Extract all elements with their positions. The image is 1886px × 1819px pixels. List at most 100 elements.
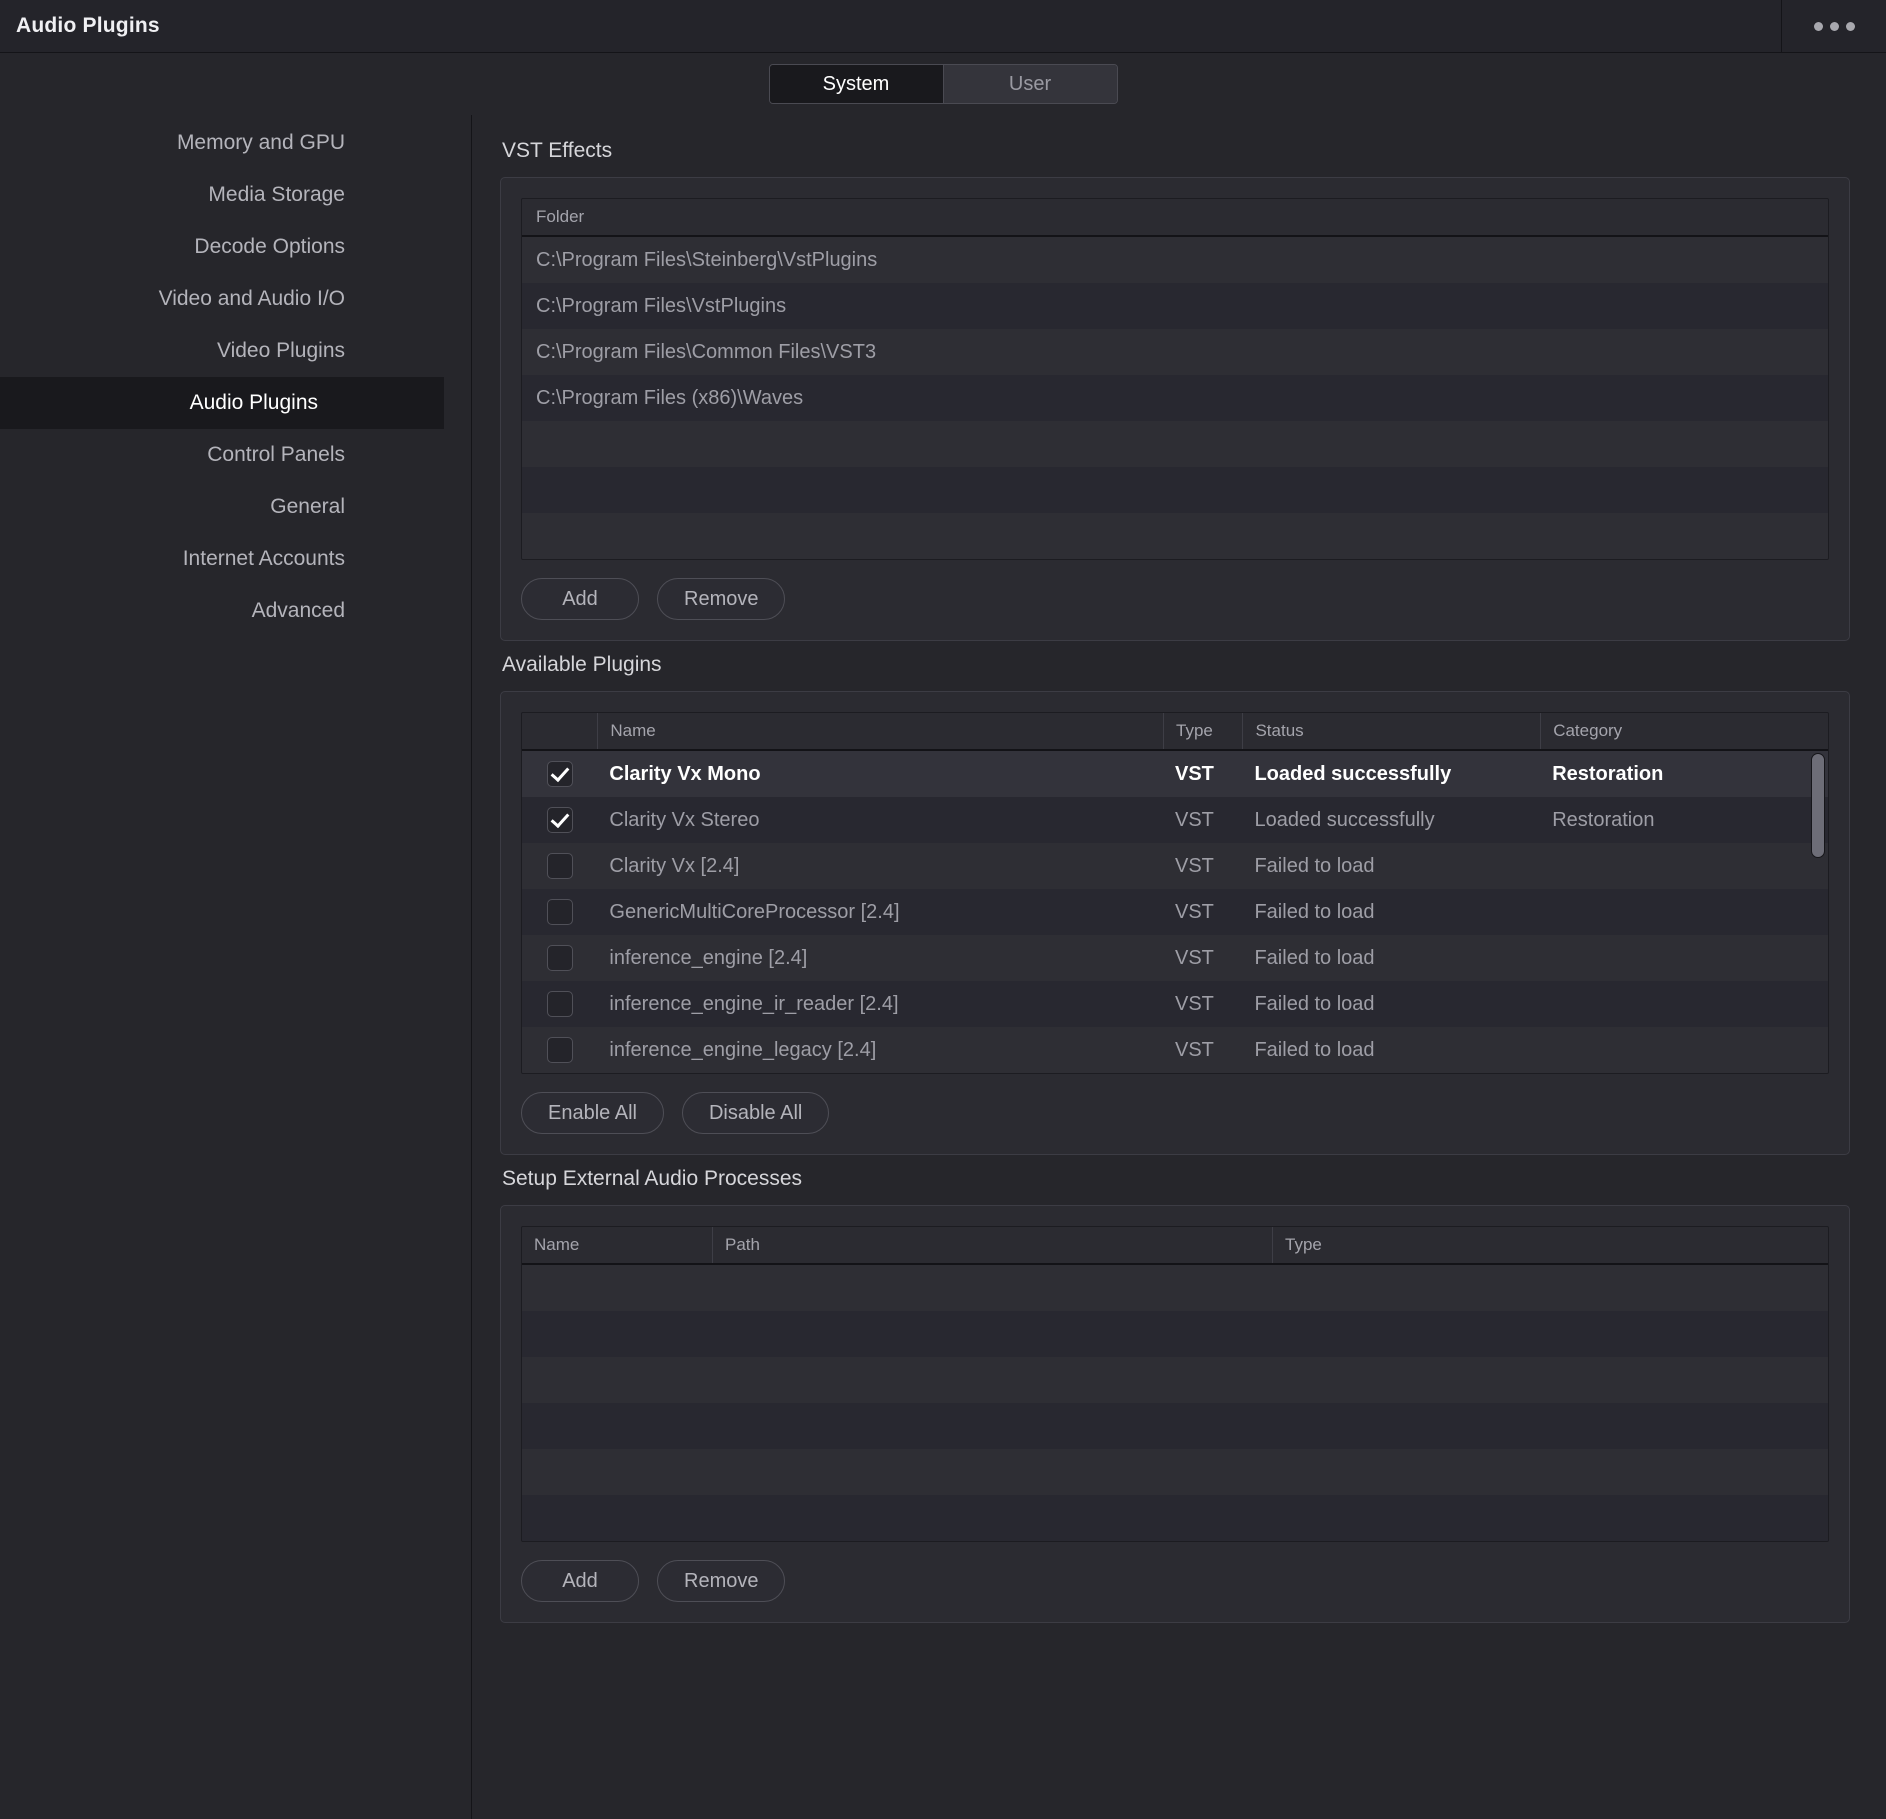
- plugin-type: VST: [1175, 900, 1214, 923]
- plugin-enable-cell[interactable]: [522, 991, 597, 1017]
- sidebar-item-internet-accounts[interactable]: Internet Accounts: [0, 533, 471, 585]
- external-processes-panel: Name Path Type Add Remove: [500, 1205, 1850, 1623]
- table-row-empty: [522, 1403, 1828, 1449]
- tab-system[interactable]: System: [769, 65, 943, 103]
- plugin-type: VST: [1175, 854, 1214, 877]
- plugin-enable-cell[interactable]: [522, 807, 597, 833]
- sidebar-item-decode-options[interactable]: Decode Options: [0, 221, 471, 273]
- remove-vst-folder-button[interactable]: Remove: [657, 578, 786, 620]
- table-row[interactable]: Clarity Vx [2.4] VST Failed to load: [522, 843, 1828, 889]
- sidebar-item-video-and-audio-io[interactable]: Video and Audio I/O: [0, 273, 471, 325]
- plugin-type: VST: [1175, 762, 1214, 785]
- column-header-status[interactable]: Status: [1242, 713, 1540, 749]
- sidebar-item-video-plugins[interactable]: Video Plugins: [0, 325, 471, 377]
- plugin-enable-cell[interactable]: [522, 1037, 597, 1063]
- plugin-category: Restoration: [1552, 762, 1664, 785]
- folder-path: C:\Program Files (x86)\Waves: [536, 386, 804, 409]
- window-menu-button[interactable]: [1781, 0, 1886, 52]
- table-row-empty: [522, 1449, 1828, 1495]
- plugin-name: inference_engine_ir_reader [2.4]: [609, 992, 899, 1015]
- enable-all-button[interactable]: Enable All: [521, 1092, 664, 1134]
- column-header-type[interactable]: Type: [1272, 1227, 1722, 1263]
- available-plugins-heading: Available Plugins: [502, 653, 662, 676]
- table-row[interactable]: inference_engine [2.4] VST Failed to loa…: [522, 935, 1828, 981]
- plugin-enable-cell[interactable]: [522, 945, 597, 971]
- column-header-name[interactable]: Name: [597, 713, 1163, 749]
- available-plugins-table-header: Name Type Status Category: [522, 713, 1828, 751]
- content-area: Memory and GPU Media Storage Decode Opti…: [0, 115, 1886, 1819]
- sidebar-item-audio-plugins[interactable]: Audio Plugins: [0, 377, 444, 429]
- column-header-category[interactable]: Category: [1540, 713, 1828, 749]
- plugin-status: Failed to load: [1254, 900, 1375, 923]
- plugin-type: VST: [1175, 992, 1214, 1015]
- plugin-name: Clarity Vx [2.4]: [609, 854, 740, 877]
- table-row[interactable]: inference_engine_legacy [2.4] VST Failed…: [522, 1027, 1828, 1073]
- column-header-type[interactable]: Type: [1163, 713, 1242, 749]
- plugin-enable-checkbox[interactable]: [546, 945, 573, 971]
- table-row[interactable]: C:\Program Files\Steinberg\VstPlugins: [522, 237, 1828, 283]
- available-plugins-button-row: Enable All Disable All: [521, 1092, 1829, 1134]
- external-processes-table: Name Path Type: [521, 1226, 1829, 1542]
- add-external-process-button[interactable]: Add: [521, 1560, 639, 1602]
- external-processes-table-body: [522, 1265, 1828, 1541]
- plugin-enable-cell[interactable]: [522, 853, 597, 879]
- page-title: Audio Plugins: [16, 14, 160, 37]
- folder-path: C:\Program Files\Steinberg\VstPlugins: [536, 248, 878, 271]
- table-row[interactable]: C:\Program Files\Common Files\VST3: [522, 329, 1828, 375]
- table-row[interactable]: Clarity Vx Mono VST Loaded successfully …: [522, 751, 1828, 797]
- table-row-empty: [522, 1311, 1828, 1357]
- column-header-path[interactable]: Path: [712, 1227, 1272, 1263]
- sidebar-item-advanced[interactable]: Advanced: [0, 585, 471, 637]
- plugin-type: VST: [1175, 808, 1214, 831]
- tab-user[interactable]: User: [942, 65, 1117, 103]
- available-plugins-scrollbar[interactable]: [1811, 753, 1825, 1069]
- plugin-enable-checkbox[interactable]: [546, 1037, 573, 1063]
- table-row[interactable]: C:\Program Files\VstPlugins: [522, 283, 1828, 329]
- table-row-empty: [522, 467, 1828, 513]
- sidebar-item-general[interactable]: General: [0, 481, 471, 533]
- plugin-name: inference_engine [2.4]: [609, 946, 808, 969]
- plugin-type: VST: [1175, 946, 1214, 969]
- vst-folder-table-body: C:\Program Files\Steinberg\VstPlugins C:…: [522, 237, 1828, 559]
- column-header-folder[interactable]: Folder: [522, 199, 1828, 235]
- window-titlebar: Audio Plugins: [0, 0, 1886, 53]
- plugin-category: Restoration: [1552, 808, 1655, 831]
- plugin-status: Loaded successfully: [1254, 762, 1452, 785]
- plugin-enable-checkbox[interactable]: [546, 807, 573, 833]
- plugin-name: Clarity Vx Stereo: [609, 808, 760, 831]
- table-row[interactable]: inference_engine_ir_reader [2.4] VST Fai…: [522, 981, 1828, 1027]
- table-row-empty: [522, 1265, 1828, 1311]
- table-row[interactable]: GenericMultiCoreProcessor [2.4] VST Fail…: [522, 889, 1828, 935]
- remove-external-process-button[interactable]: Remove: [657, 1560, 786, 1602]
- segmented-control: System User: [768, 64, 1118, 104]
- plugin-name: GenericMultiCoreProcessor [2.4]: [609, 900, 900, 923]
- column-header-checkbox: [522, 713, 597, 749]
- settings-sidebar: Memory and GPU Media Storage Decode Opti…: [0, 115, 472, 1819]
- plugin-type: VST: [1175, 1038, 1214, 1061]
- plugin-status: Failed to load: [1254, 854, 1375, 877]
- sidebar-item-memory-and-gpu[interactable]: Memory and GPU: [0, 117, 471, 169]
- table-row[interactable]: C:\Program Files (x86)\Waves: [522, 375, 1828, 421]
- external-processes-button-row: Add Remove: [521, 1560, 1829, 1602]
- plugin-enable-checkbox[interactable]: [546, 761, 573, 787]
- disable-all-button[interactable]: Disable All: [681, 1092, 830, 1134]
- plugin-enable-cell[interactable]: [522, 761, 597, 787]
- scope-tab-bar: System User: [0, 53, 1886, 115]
- ellipsis-icon[interactable]: [1813, 21, 1855, 31]
- available-plugins-table-body: Clarity Vx Mono VST Loaded successfully …: [522, 751, 1828, 1073]
- sidebar-item-control-panels[interactable]: Control Panels: [0, 429, 471, 481]
- column-header-name[interactable]: Name: [522, 1227, 712, 1263]
- table-row[interactable]: Clarity Vx Stereo VST Loaded successfull…: [522, 797, 1828, 843]
- external-processes-heading: Setup External Audio Processes: [502, 1167, 803, 1190]
- plugin-status: Failed to load: [1254, 1038, 1375, 1061]
- scrollbar-thumb[interactable]: [1811, 753, 1825, 858]
- vst-folder-table-header: Folder: [522, 199, 1828, 237]
- plugin-enable-cell[interactable]: [522, 899, 597, 925]
- plugin-enable-checkbox[interactable]: [546, 899, 573, 925]
- plugin-enable-checkbox[interactable]: [546, 991, 573, 1017]
- plugin-enable-checkbox[interactable]: [546, 853, 573, 879]
- external-processes-table-header: Name Path Type: [522, 1227, 1828, 1265]
- add-vst-folder-button[interactable]: Add: [521, 578, 639, 620]
- sidebar-item-media-storage[interactable]: Media Storage: [0, 169, 471, 221]
- table-row-empty: [522, 1357, 1828, 1403]
